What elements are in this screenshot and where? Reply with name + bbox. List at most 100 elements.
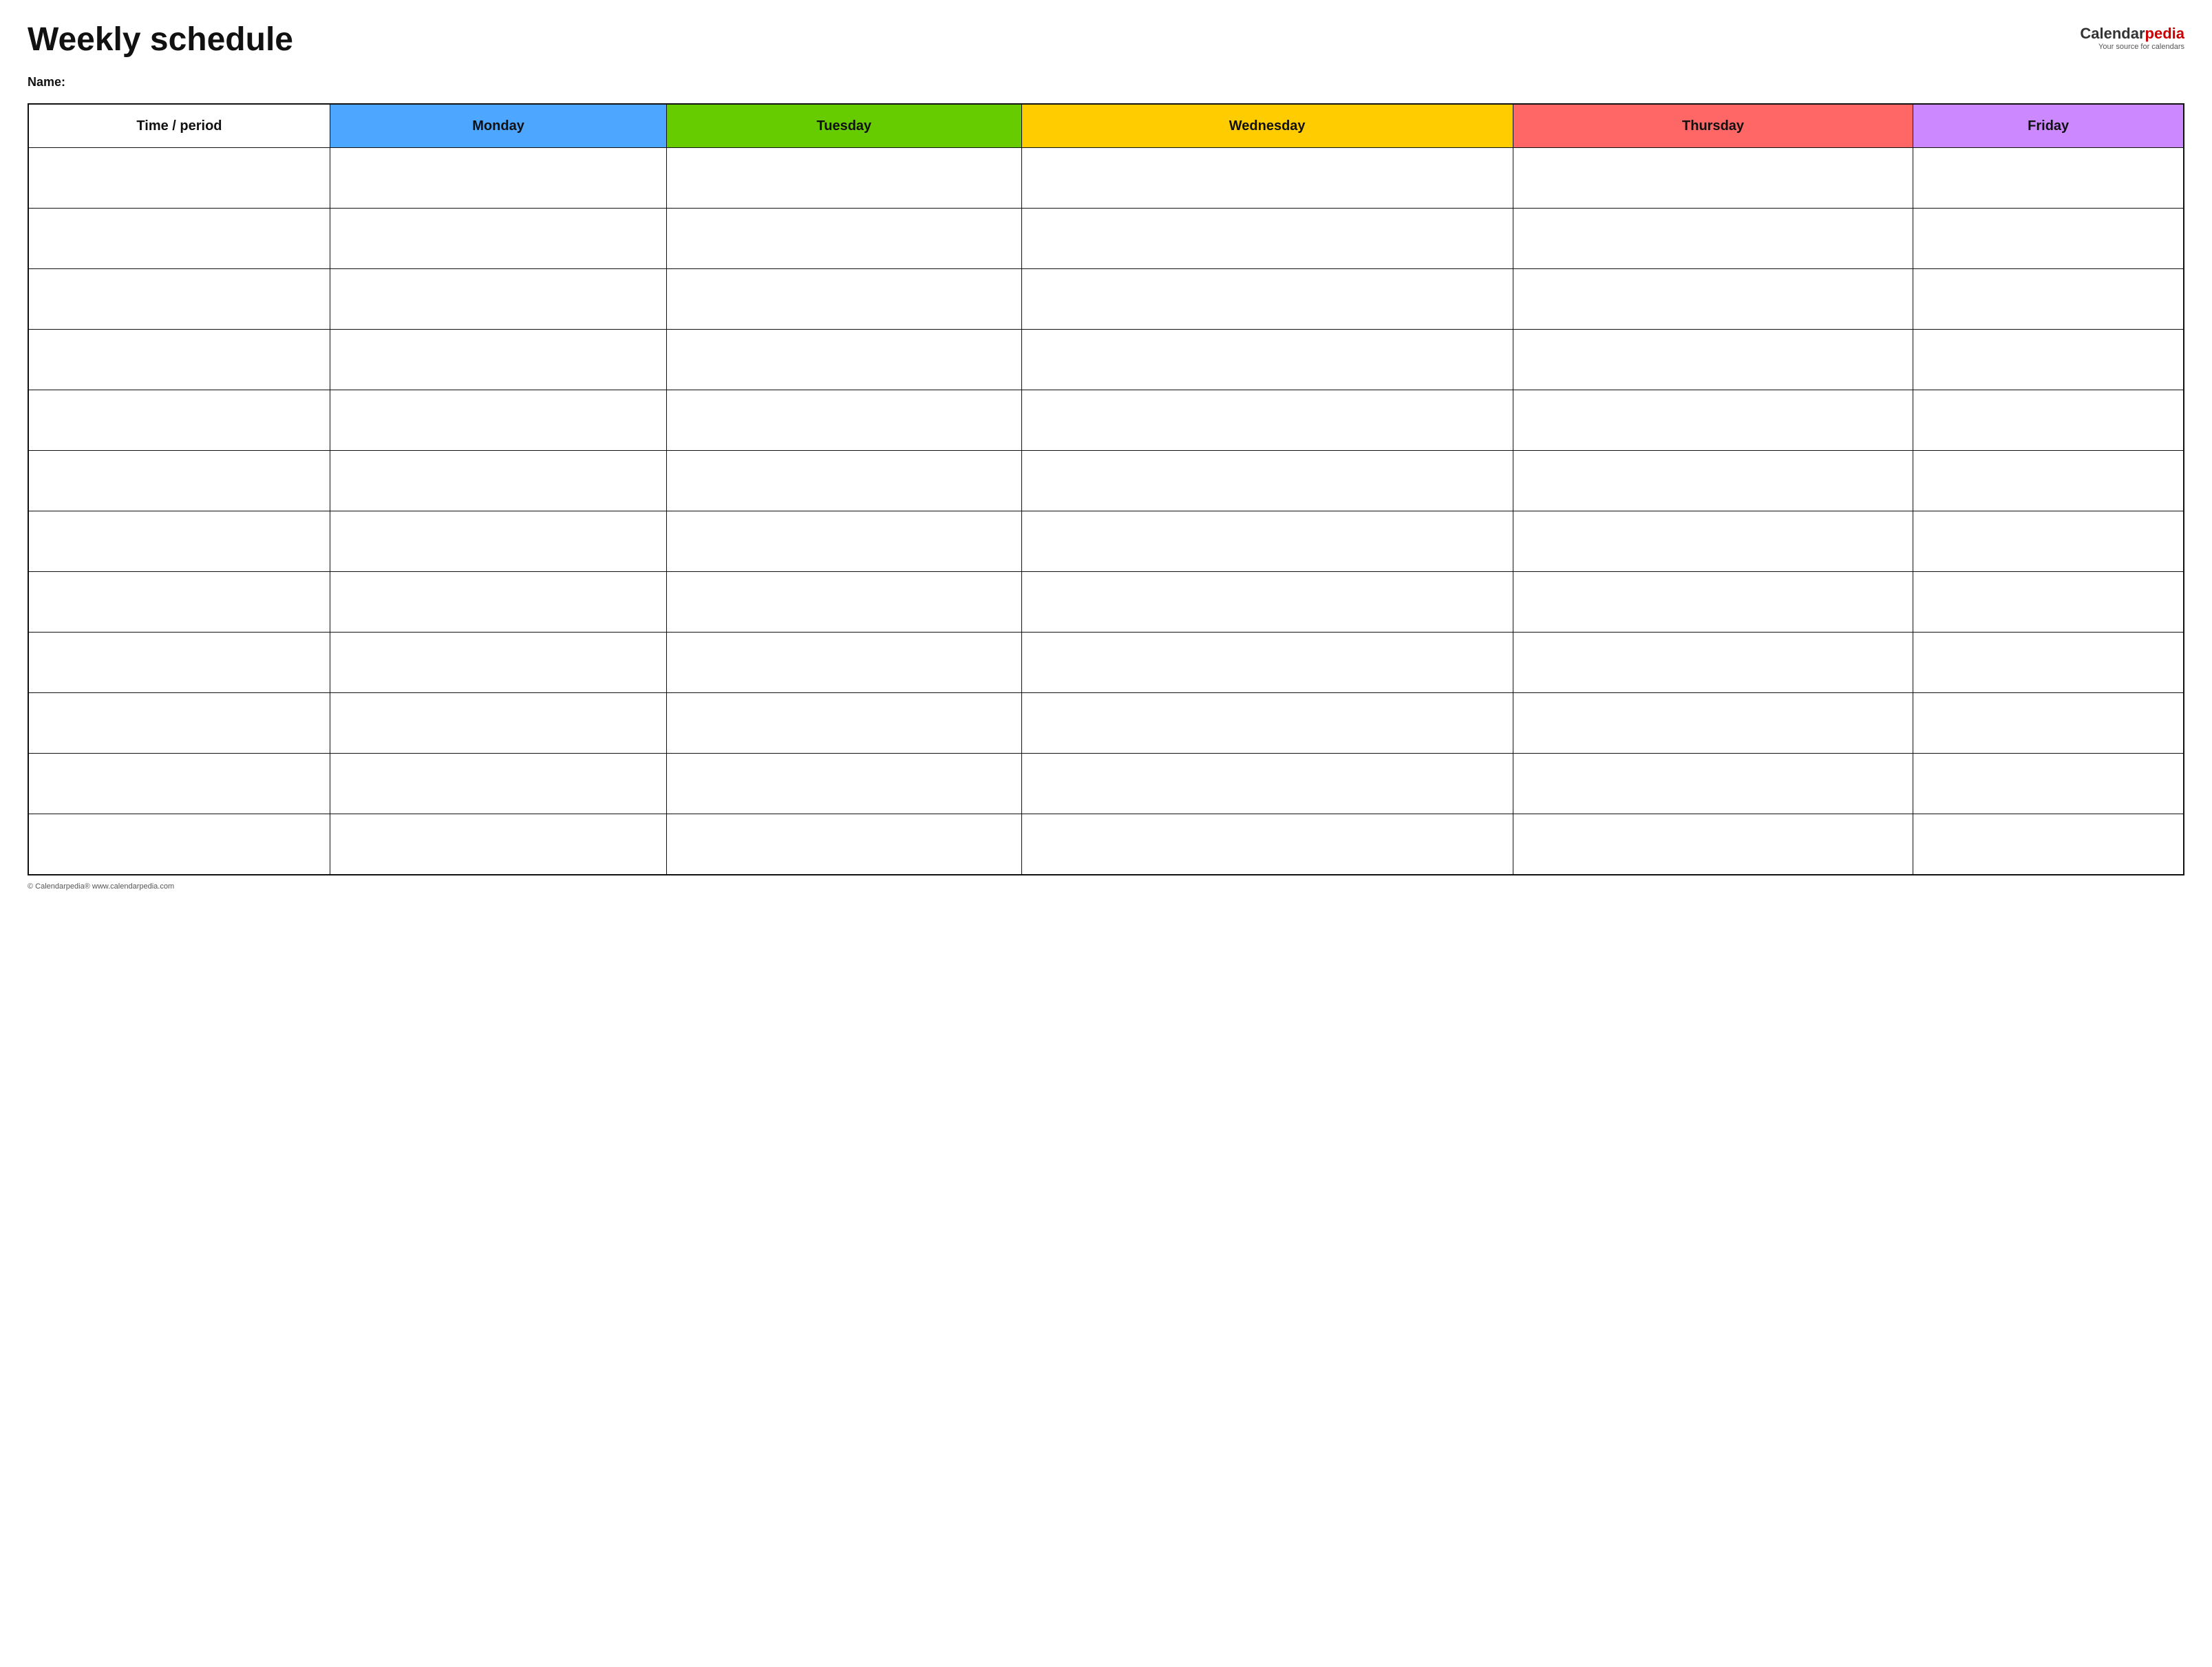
cell-row1-col0[interactable] bbox=[28, 209, 330, 269]
cell-row2-col4[interactable] bbox=[1513, 269, 1913, 330]
cell-row4-col4[interactable] bbox=[1513, 390, 1913, 451]
cell-row7-col4[interactable] bbox=[1513, 572, 1913, 633]
cell-row4-col0[interactable] bbox=[28, 390, 330, 451]
cell-row3-col4[interactable] bbox=[1513, 330, 1913, 390]
cell-row7-col0[interactable] bbox=[28, 572, 330, 633]
cell-row11-col0[interactable] bbox=[28, 814, 330, 875]
col-header-thursday: Thursday bbox=[1513, 104, 1913, 148]
cell-row8-col4[interactable] bbox=[1513, 633, 1913, 693]
table-row bbox=[28, 754, 2184, 814]
cell-row10-col3[interactable] bbox=[1021, 754, 1513, 814]
cell-row3-col5[interactable] bbox=[1913, 330, 2184, 390]
header-row: Time / period Monday Tuesday Wednesday T… bbox=[28, 104, 2184, 148]
footer: © Calendarpedia® www.calendarpedia.com bbox=[28, 882, 2184, 891]
cell-row8-col3[interactable] bbox=[1021, 633, 1513, 693]
cell-row2-col5[interactable] bbox=[1913, 269, 2184, 330]
cell-row1-col3[interactable] bbox=[1021, 209, 1513, 269]
cell-row7-col2[interactable] bbox=[667, 572, 1021, 633]
table-row bbox=[28, 148, 2184, 209]
cell-row10-col0[interactable] bbox=[28, 754, 330, 814]
cell-row6-col1[interactable] bbox=[330, 511, 666, 572]
cell-row10-col5[interactable] bbox=[1913, 754, 2184, 814]
cell-row11-col2[interactable] bbox=[667, 814, 1021, 875]
col-header-wednesday: Wednesday bbox=[1021, 104, 1513, 148]
table-row bbox=[28, 572, 2184, 633]
cell-row5-col3[interactable] bbox=[1021, 451, 1513, 511]
col-header-monday: Monday bbox=[330, 104, 666, 148]
cell-row8-col2[interactable] bbox=[667, 633, 1021, 693]
table-row bbox=[28, 633, 2184, 693]
logo-tagline: Your source for calendars bbox=[2098, 43, 2184, 51]
cell-row8-col1[interactable] bbox=[330, 633, 666, 693]
cell-row9-col2[interactable] bbox=[667, 693, 1021, 754]
table-row bbox=[28, 209, 2184, 269]
schedule-table: Time / period Monday Tuesday Wednesday T… bbox=[28, 103, 2184, 875]
col-header-friday: Friday bbox=[1913, 104, 2184, 148]
cell-row2-col1[interactable] bbox=[330, 269, 666, 330]
cell-row6-col4[interactable] bbox=[1513, 511, 1913, 572]
cell-row1-col2[interactable] bbox=[667, 209, 1021, 269]
cell-row4-col5[interactable] bbox=[1913, 390, 2184, 451]
cell-row5-col2[interactable] bbox=[667, 451, 1021, 511]
table-row bbox=[28, 330, 2184, 390]
cell-row9-col4[interactable] bbox=[1513, 693, 1913, 754]
cell-row7-col3[interactable] bbox=[1021, 572, 1513, 633]
table-row bbox=[28, 390, 2184, 451]
cell-row6-col5[interactable] bbox=[1913, 511, 2184, 572]
cell-row3-col1[interactable] bbox=[330, 330, 666, 390]
cell-row5-col4[interactable] bbox=[1513, 451, 1913, 511]
cell-row4-col3[interactable] bbox=[1021, 390, 1513, 451]
cell-row6-col2[interactable] bbox=[667, 511, 1021, 572]
logo-text: Calendarpedia bbox=[2080, 25, 2184, 43]
name-label: Name: bbox=[28, 75, 65, 89]
cell-row7-col5[interactable] bbox=[1913, 572, 2184, 633]
cell-row9-col0[interactable] bbox=[28, 693, 330, 754]
cell-row11-col4[interactable] bbox=[1513, 814, 1913, 875]
cell-row10-col1[interactable] bbox=[330, 754, 666, 814]
cell-row9-col1[interactable] bbox=[330, 693, 666, 754]
cell-row5-col1[interactable] bbox=[330, 451, 666, 511]
cell-row1-col5[interactable] bbox=[1913, 209, 2184, 269]
cell-row1-col4[interactable] bbox=[1513, 209, 1913, 269]
cell-row10-col2[interactable] bbox=[667, 754, 1021, 814]
cell-row0-col3[interactable] bbox=[1021, 148, 1513, 209]
cell-row4-col2[interactable] bbox=[667, 390, 1021, 451]
cell-row2-col3[interactable] bbox=[1021, 269, 1513, 330]
cell-row3-col2[interactable] bbox=[667, 330, 1021, 390]
logo-container: Calendarpedia Your source for calendars bbox=[2080, 25, 2184, 51]
table-row bbox=[28, 511, 2184, 572]
cell-row0-col5[interactable] bbox=[1913, 148, 2184, 209]
cell-row8-col0[interactable] bbox=[28, 633, 330, 693]
cell-row3-col0[interactable] bbox=[28, 330, 330, 390]
logo-calendar: Calendar bbox=[2080, 25, 2145, 42]
cell-row11-col5[interactable] bbox=[1913, 814, 2184, 875]
cell-row4-col1[interactable] bbox=[330, 390, 666, 451]
cell-row5-col0[interactable] bbox=[28, 451, 330, 511]
logo-pedia: pedia bbox=[2145, 25, 2184, 42]
cell-row3-col3[interactable] bbox=[1021, 330, 1513, 390]
cell-row5-col5[interactable] bbox=[1913, 451, 2184, 511]
table-row bbox=[28, 451, 2184, 511]
cell-row11-col3[interactable] bbox=[1021, 814, 1513, 875]
cell-row2-col2[interactable] bbox=[667, 269, 1021, 330]
table-row bbox=[28, 814, 2184, 875]
table-row bbox=[28, 693, 2184, 754]
cell-row6-col3[interactable] bbox=[1021, 511, 1513, 572]
cell-row0-col4[interactable] bbox=[1513, 148, 1913, 209]
cell-row0-col2[interactable] bbox=[667, 148, 1021, 209]
cell-row7-col1[interactable] bbox=[330, 572, 666, 633]
cell-row0-col1[interactable] bbox=[330, 148, 666, 209]
cell-row2-col0[interactable] bbox=[28, 269, 330, 330]
page-title: Weekly schedule bbox=[28, 22, 293, 59]
table-row bbox=[28, 269, 2184, 330]
col-header-tuesday: Tuesday bbox=[667, 104, 1021, 148]
cell-row8-col5[interactable] bbox=[1913, 633, 2184, 693]
cell-row11-col1[interactable] bbox=[330, 814, 666, 875]
cell-row10-col4[interactable] bbox=[1513, 754, 1913, 814]
cell-row6-col0[interactable] bbox=[28, 511, 330, 572]
name-row: Name: bbox=[28, 75, 2184, 89]
cell-row9-col3[interactable] bbox=[1021, 693, 1513, 754]
cell-row1-col1[interactable] bbox=[330, 209, 666, 269]
cell-row9-col5[interactable] bbox=[1913, 693, 2184, 754]
cell-row0-col0[interactable] bbox=[28, 148, 330, 209]
